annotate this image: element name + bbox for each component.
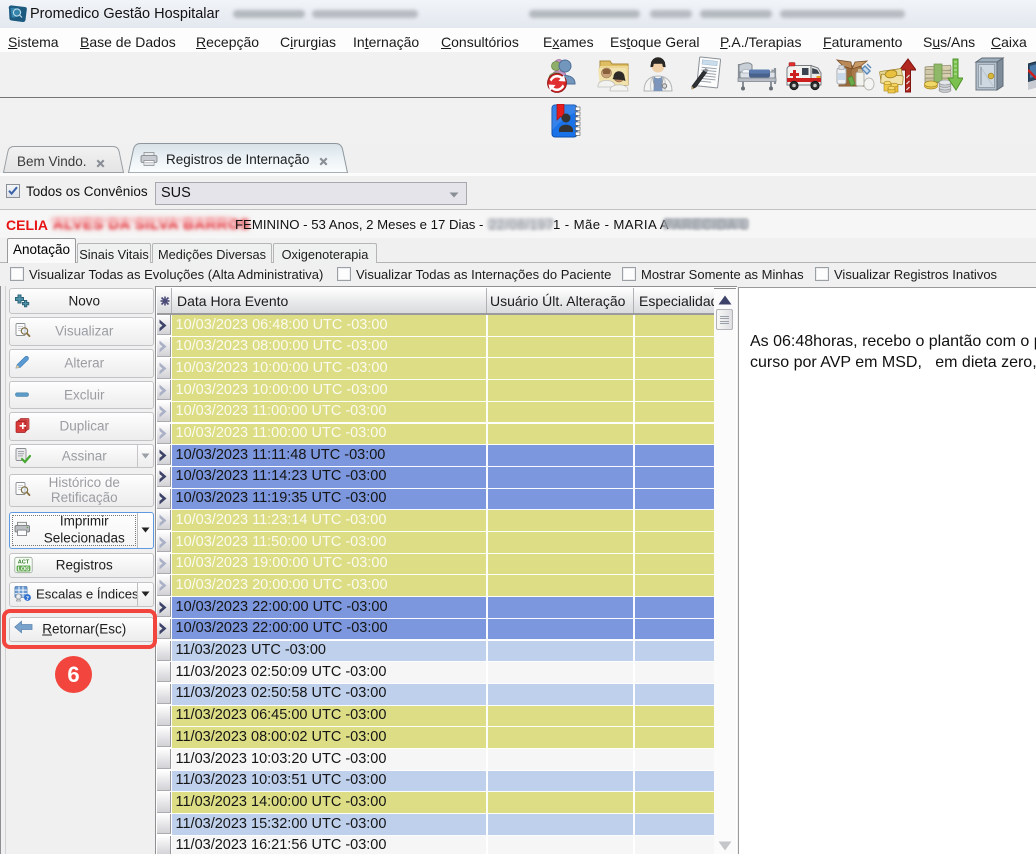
svg-text:LOG: LOG xyxy=(18,567,30,573)
svg-text:?: ? xyxy=(26,595,29,602)
svg-text:ACT: ACT xyxy=(18,560,30,566)
